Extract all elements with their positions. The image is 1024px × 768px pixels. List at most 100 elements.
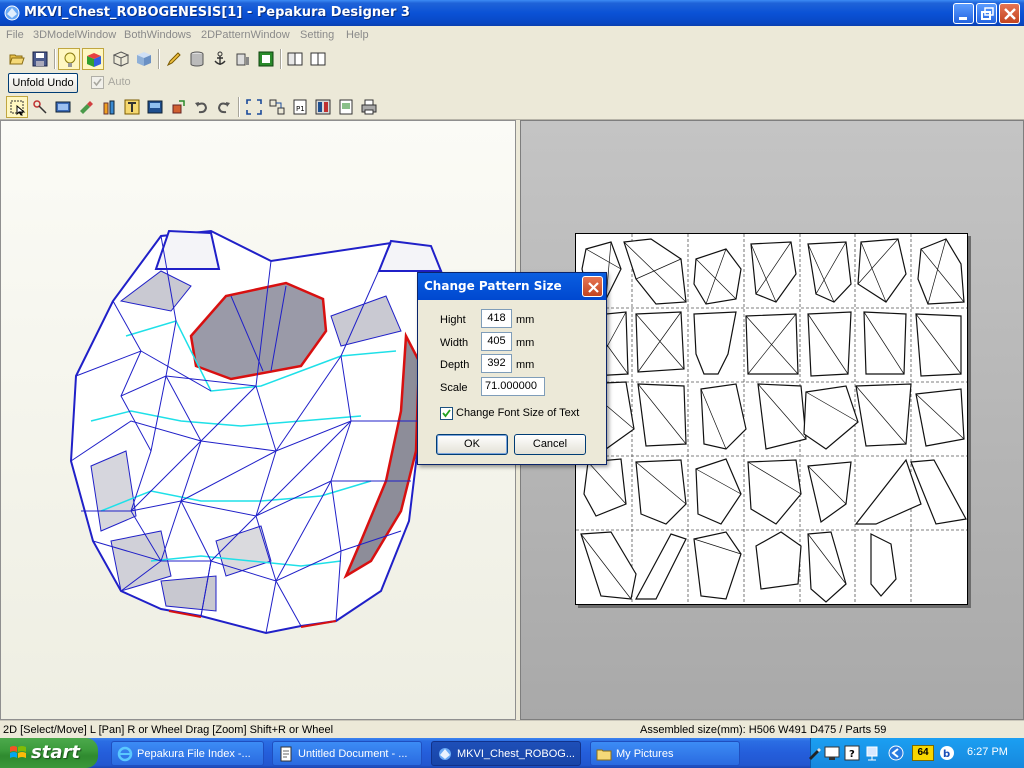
tray-clock[interactable]: 6:27 PM (967, 746, 1008, 758)
taskbar-item-mkvi-chest[interactable]: MKVI_Chest_ROBOG... (431, 741, 581, 766)
bottles-icon (103, 100, 115, 115)
open-button[interactable] (6, 48, 28, 70)
height-unit: mm (516, 314, 535, 326)
join-icon (258, 51, 274, 67)
film-icon (55, 101, 71, 113)
minimize-button[interactable] (953, 3, 974, 24)
print-button[interactable] (358, 96, 380, 118)
single-window-button[interactable] (284, 48, 306, 70)
print-preview-button[interactable] (335, 96, 357, 118)
toolbar-separator (280, 49, 282, 69)
title-bar[interactable]: MKVI_Chest_ROBOGENESIS[1] - Pepakura Des… (0, 0, 1024, 26)
texture-2d-button[interactable] (52, 96, 74, 118)
start-button[interactable]: start (0, 738, 98, 768)
change-font-size-checkbox[interactable] (440, 407, 453, 420)
minimize-icon (959, 17, 967, 20)
task-label: Pepakura File Index -... (137, 748, 251, 760)
depth-unit: mm (516, 359, 535, 371)
bluetooth-tray-icon[interactable]: b (939, 745, 955, 761)
menu-2dpatternwindow[interactable]: 2DPatternWindow (201, 29, 290, 41)
task-label: Untitled Document - ... (298, 748, 408, 760)
close-button[interactable] (999, 3, 1020, 24)
lightbulb-icon (64, 52, 76, 67)
pepakura-app-icon (4, 5, 20, 21)
width-input[interactable]: 405 (481, 332, 512, 351)
start-label: start (31, 742, 80, 763)
menu-help[interactable]: Help (346, 29, 369, 41)
depth-input[interactable]: 392 (481, 354, 512, 373)
layout-button[interactable] (312, 96, 334, 118)
back-arrow-tray-icon[interactable] (888, 745, 904, 761)
folder-icon (596, 749, 612, 761)
ie-icon (117, 746, 133, 762)
select-tool-button[interactable] (6, 96, 28, 118)
flap-edit-button[interactable] (167, 96, 189, 118)
arrange-button[interactable] (266, 96, 288, 118)
parts-button[interactable] (232, 48, 254, 70)
join-button[interactable] (255, 48, 277, 70)
taskbar-item-untitled-document[interactable]: Untitled Document - ... (272, 741, 422, 766)
pattern-toolbar: P1 (0, 94, 1024, 120)
restore-button[interactable] (976, 3, 997, 24)
light-toggle-button[interactable] (58, 48, 80, 70)
page-number-button[interactable]: P1 (289, 96, 311, 118)
auto-checkbox[interactable] (91, 76, 104, 89)
height-input[interactable]: 418 (481, 309, 512, 328)
anchor-button[interactable] (209, 48, 231, 70)
text-tool-button[interactable] (121, 96, 143, 118)
select-arrow-icon (10, 100, 26, 116)
taskbar-item-pepakura-index[interactable]: Pepakura File Index -... (111, 741, 264, 766)
undo-button[interactable] (190, 96, 212, 118)
cancel-button[interactable]: Cancel (514, 434, 586, 455)
toolbar-separator (238, 97, 240, 117)
checkmark-icon (442, 409, 451, 418)
page-number-icon: P1 (293, 99, 307, 115)
unfold-undo-button[interactable]: Unfold Undo (8, 73, 78, 93)
flap-button[interactable] (186, 48, 208, 70)
scale-input[interactable]: 71.000000 (481, 377, 545, 396)
paint-button[interactable] (75, 96, 97, 118)
menu-3dmodelwindow[interactable]: 3DModelWindow (33, 29, 116, 41)
pepakura-window: MKVI_Chest_ROBOGENESIS[1] - Pepakura Des… (0, 0, 1024, 768)
redo-button[interactable] (213, 96, 235, 118)
depth-label: Depth (440, 359, 470, 371)
status-mode-text: 2D [Select/Move] L [Pan] R or Wheel Drag… (3, 724, 334, 736)
folder-open-icon (9, 54, 25, 65)
network-tray-icon[interactable] (864, 745, 880, 761)
ok-button[interactable]: OK (436, 434, 508, 455)
edit-button[interactable] (163, 48, 185, 70)
layout-icon (315, 99, 331, 115)
dialog-title-bar[interactable]: Change Pattern Size (418, 273, 606, 300)
texture-toggle-button[interactable] (82, 48, 104, 70)
change-font-size-label: Change Font Size of Text (456, 407, 580, 419)
parts-icon (236, 53, 249, 66)
split-window-button[interactable] (307, 48, 329, 70)
monitor-tray-icon[interactable] (824, 745, 840, 761)
cube-arrow-icon (172, 100, 185, 114)
help-tray-icon[interactable]: ? (844, 745, 860, 761)
rotate-part-button[interactable] (98, 96, 120, 118)
pen-tray-icon[interactable] (806, 745, 822, 761)
pencil-icon (166, 52, 181, 67)
toolbar-separator (54, 49, 56, 69)
height-label: Hight (440, 314, 466, 326)
anchor-icon (214, 51, 226, 65)
menu-bothwindows[interactable]: BothWindows (124, 29, 191, 41)
menu-setting[interactable]: Setting (300, 29, 334, 41)
redo-icon (217, 102, 230, 114)
image-icon (147, 100, 163, 114)
save-button[interactable] (29, 48, 51, 70)
fit-view-button[interactable] (243, 96, 265, 118)
menu-file[interactable]: File (6, 29, 24, 41)
solid-button[interactable] (133, 48, 155, 70)
image-tool-button[interactable] (144, 96, 166, 118)
taskbar-item-my-pictures[interactable]: My Pictures (590, 741, 740, 766)
undo-icon (195, 102, 208, 114)
wireframe-button[interactable] (110, 48, 132, 70)
close-icon (1004, 8, 1016, 20)
tray-badge[interactable]: 64 (912, 745, 934, 761)
split-window-icon (310, 52, 326, 66)
arrange-icon (269, 99, 285, 115)
dialog-close-button[interactable] (582, 276, 603, 297)
pan-tool-button[interactable] (29, 96, 51, 118)
